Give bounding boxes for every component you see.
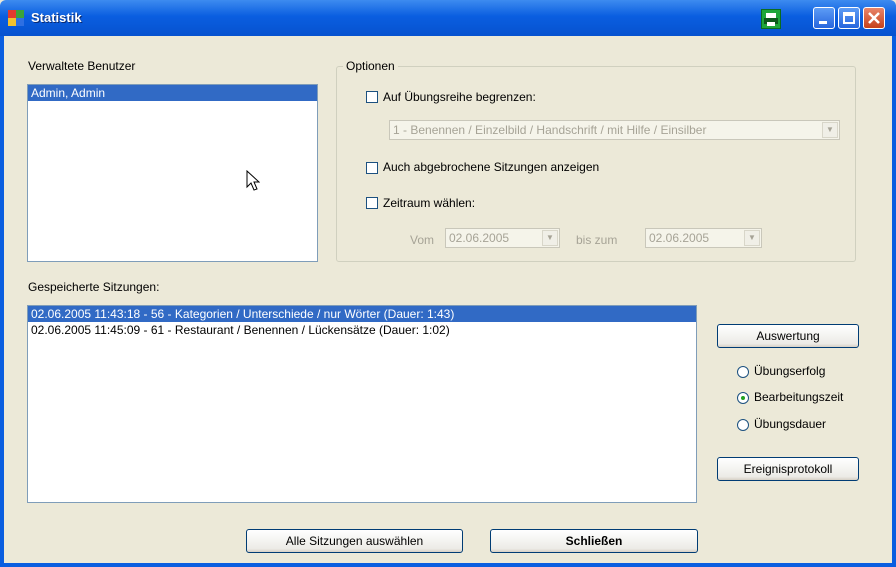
limit-series-checkbox[interactable] <box>366 91 378 103</box>
to-date-value: 02.06.2005 <box>649 231 710 245</box>
close-button[interactable]: Schließen <box>490 529 698 553</box>
window-frame-bottom <box>0 563 896 567</box>
session-list-item[interactable]: 02.06.2005 11:45:09 - 61 - Restaurant / … <box>28 322 696 338</box>
evaluation-button[interactable]: Auswertung <box>717 324 859 348</box>
users-label: Verwaltete Benutzer <box>28 59 136 73</box>
sessions-listbox[interactable]: 02.06.2005 11:43:18 - 56 - Kategorien / … <box>27 305 697 503</box>
close-window-button[interactable] <box>863 7 885 29</box>
from-date-value: 02.06.2005 <box>449 231 510 245</box>
title-bar: Statistik <box>0 0 896 36</box>
series-select[interactable]: 1 - Benennen / Einzelbild / Handschrift … <box>389 120 840 140</box>
select-all-sessions-button[interactable]: Alle Sitzungen auswählen <box>246 529 463 553</box>
radio-success-label: Übungserfolg <box>754 364 826 378</box>
radio-duration-label: Übungsdauer <box>754 417 827 431</box>
printer-icon[interactable] <box>761 9 781 29</box>
limit-series-label: Auf Übungsreihe begrenzen: <box>383 90 536 104</box>
chevron-down-icon[interactable]: ▼ <box>822 122 838 138</box>
to-label: bis zum <box>576 233 618 247</box>
radio-processing-time-label: Bearbeitungszeit <box>754 390 844 404</box>
show-aborted-label: Auch abgebrochene Sitzungen anzeigen <box>383 160 600 174</box>
users-listbox[interactable]: Admin, Admin <box>27 84 318 262</box>
radio-success[interactable] <box>737 366 749 378</box>
maximize-button[interactable] <box>838 7 860 29</box>
options-group-title: Optionen <box>343 59 398 73</box>
window-frame-right <box>892 36 896 567</box>
user-list-item[interactable]: Admin, Admin <box>28 85 317 101</box>
mouse-cursor-icon <box>246 170 260 191</box>
app-icon <box>8 10 24 26</box>
session-list-item[interactable]: 02.06.2005 11:43:18 - 56 - Kategorien / … <box>28 306 696 322</box>
from-date-picker[interactable]: 02.06.2005 ▼ <box>445 228 560 248</box>
series-select-value: 1 - Benennen / Einzelbild / Handschrift … <box>393 123 707 137</box>
minimize-button[interactable] <box>813 7 835 29</box>
sessions-label: Gespeicherte Sitzungen: <box>28 280 160 294</box>
chevron-down-icon[interactable]: ▼ <box>744 230 760 246</box>
radio-processing-time[interactable] <box>737 392 749 404</box>
window-frame-left <box>0 36 4 567</box>
timespan-label: Zeitraum wählen: <box>383 196 476 210</box>
from-label: Vom <box>410 233 435 247</box>
chevron-down-icon[interactable]: ▼ <box>542 230 558 246</box>
radio-duration[interactable] <box>737 419 749 431</box>
to-date-picker[interactable]: 02.06.2005 ▼ <box>645 228 762 248</box>
window-title: Statistik <box>31 10 82 25</box>
show-aborted-checkbox[interactable] <box>366 162 378 174</box>
timespan-checkbox[interactable] <box>366 197 378 209</box>
event-log-button[interactable]: Ereignisprotokoll <box>717 457 859 481</box>
